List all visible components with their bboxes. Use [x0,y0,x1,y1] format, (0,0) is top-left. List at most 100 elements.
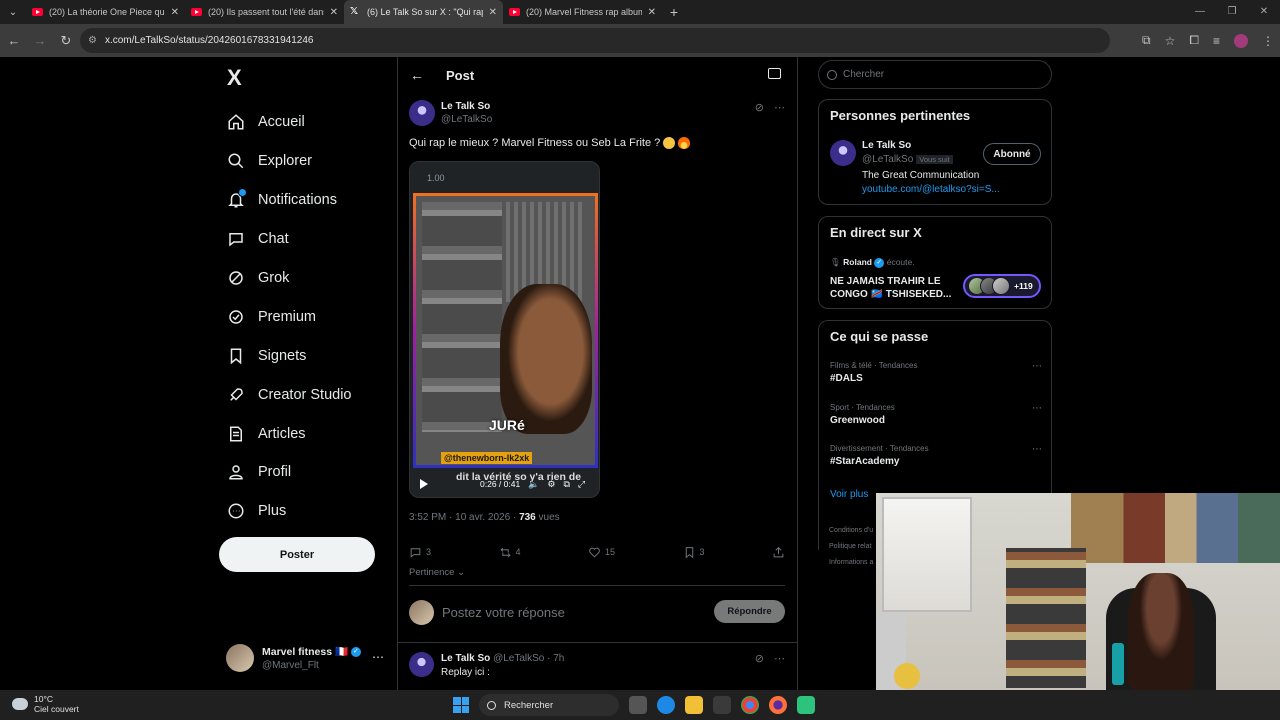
search-icon [487,700,496,710]
person-name[interactable]: Le Talk So [862,140,911,151]
nav-item-articles[interactable]: Articles [226,414,352,453]
store-icon[interactable] [713,696,731,714]
nav-item-signets[interactable]: Signets [226,336,352,375]
minimize-icon[interactable]: — [1184,0,1216,24]
tab-close-icon[interactable]: ✕ [648,7,656,18]
notification-badge [238,188,247,198]
show-more-link[interactable]: Voir plus [830,489,868,500]
profile-avatar[interactable] [1234,33,1248,48]
bookmark-star-icon[interactable]: ☆ [1165,34,1176,48]
avatar[interactable] [830,140,856,166]
browser-tab-3[interactable]: 𝕏 (6) Le Talk So sur X : "Qui rap le mie… [344,0,503,24]
trend-item[interactable]: Films & télé · Tendances #DALS ⋯ [830,361,1042,384]
post-author[interactable]: Le Talk So @LeTalkSo [409,100,492,126]
cloud-icon [12,698,28,710]
live-title[interactable]: NE JAMAIS TRAHIR LE CONGO 🇨🇩 TSHISEKED..… [830,275,955,301]
play-icon[interactable] [420,479,428,489]
post-timestamp[interactable]: 3:52 PM · 10 avr. 2026 · [409,512,516,523]
taskbar-search[interactable]: Rechercher [479,694,619,716]
more-icon[interactable]: ⋯ [372,650,384,664]
close-window-icon[interactable]: ✕ [1248,0,1280,24]
tab-close-icon[interactable]: ✕ [330,7,338,18]
nav-item-notifications[interactable]: Notifications [226,181,352,220]
browser-menu-icon[interactable]: ⋮ [1262,34,1274,48]
reply-input[interactable]: Postez votre réponse [442,605,565,620]
site-info-icon[interactable]: ⚙ [88,35,97,46]
video-frame: JURé [413,193,598,468]
person-link[interactable]: youtube.com/@letalkso?si=S... [862,184,1000,195]
x-logo-icon[interactable]: X [227,65,242,91]
browser-tab-1[interactable]: (20) La théorie One Piece qui explique ✕ [26,0,185,24]
forward-icon[interactable]: → [28,33,52,48]
reload-icon[interactable]: ↻ [54,33,78,49]
like-button[interactable]: 15 [588,546,615,559]
live-listeners[interactable]: +119 [963,274,1041,298]
new-tab-button[interactable]: + [662,4,686,20]
reply-button[interactable]: 3 [409,546,431,559]
browser-tab-2[interactable]: (20) Ils passent tout l'été dans la ✕ [185,0,344,24]
author-handle[interactable]: @LeTalkSo [441,114,492,125]
maximize-icon[interactable]: ❐ [1216,0,1248,24]
media-icon[interactable]: ≡ [1213,34,1220,48]
nav-item-plus[interactable]: Plus [226,492,352,531]
footer-link[interactable]: Politique relat [829,543,871,550]
avatar[interactable] [409,652,434,677]
trend-item[interactable]: Divertissement · Tendances #StarAcademy … [830,444,1042,467]
firefox-icon[interactable] [769,696,787,714]
reply-submit-button[interactable]: Répondre [714,600,785,623]
extensions-icon[interactable]: ⧠ [1189,33,1199,48]
windows-start-icon[interactable] [453,697,469,713]
more-icon[interactable]: ⋯ [1032,444,1042,455]
nav-item-explorer[interactable]: Explorer [226,142,352,181]
nav-item-chat[interactable]: Chat [226,220,352,259]
author-name[interactable]: Le Talk So [441,101,492,112]
trend-item[interactable]: Sport · Tendances Greenwood ⋯ [830,403,1042,426]
account-switcher[interactable]: Marvel fitness 🇫🇷 ✓ @Marvel_Flt ⋯ [226,640,386,676]
share-button[interactable] [772,546,785,559]
more-icon[interactable]: ⋯ [774,652,785,665]
bookmark-button[interactable]: 3 [683,546,705,559]
reply-sort-dropdown[interactable]: Pertinence ⌄ [409,567,465,578]
tab-close-icon[interactable]: ✕ [171,7,179,18]
search-input[interactable]: Chercher [818,60,1052,89]
address-bar[interactable]: ⚙ x.com/LeTalkSo/status/2042601678331941… [80,28,1110,53]
tab-title: (20) Ils passent tout l'été dans la [208,7,324,17]
avatar[interactable] [409,100,435,126]
tab-close-icon[interactable]: ✕ [489,7,497,18]
weather-widget[interactable]: 10°C Ciel couvert [12,694,79,714]
reader-mode-icon[interactable] [768,68,781,79]
more-icon[interactable]: ⋯ [1032,361,1042,372]
settings-icon[interactable]: ⚙ [547,479,555,490]
more-icon[interactable]: ⋯ [1032,403,1042,414]
chrome-icon[interactable] [741,696,759,714]
nav-label: Articles [258,425,306,442]
youtube-icon [509,8,520,16]
nav-item-accueil[interactable]: Accueil [226,103,352,142]
repost-button[interactable]: 4 [499,546,521,559]
footer-link[interactable]: Informations a [829,559,873,566]
nav-item-premium[interactable]: Premium [226,297,352,336]
pip-icon[interactable]: ⧉ [563,479,569,490]
video-player[interactable]: 1.00 JURé @thenewborn-lk2xk dit la vérit… [409,161,600,498]
tab-search-icon[interactable]: ⌄ [0,0,26,24]
task-view-icon[interactable] [629,696,647,714]
footer-link[interactable]: Conditions d'u [829,527,873,534]
post-button[interactable]: Poster [219,537,375,572]
nav-item-grok[interactable]: Grok [226,259,352,298]
back-icon[interactable]: ← [2,33,26,48]
following-button[interactable]: Abonné [983,143,1041,165]
app-icon[interactable] [797,696,815,714]
fullscreen-icon[interactable]: ⤢ [578,479,585,490]
browser-tab-4[interactable]: (20) Marvel Fitness rap album 2 ✕ [503,0,662,24]
file-explorer-icon[interactable] [685,696,703,714]
volume-icon[interactable]: 🔈 [528,479,539,490]
more-icon[interactable]: ⋯ [774,101,785,114]
install-icon[interactable]: ⧉ [1142,33,1151,48]
back-arrow-icon[interactable]: ← [410,67,428,83]
grok-icon[interactable]: ⊘ [755,652,764,665]
nav-item-profil[interactable]: Profil [226,453,352,492]
grok-icon[interactable]: ⊘ [755,101,764,114]
nav-item-creator-studio[interactable]: Creator Studio [226,375,352,414]
edge-icon[interactable] [657,696,675,714]
nav-label: Grok [258,270,290,286]
